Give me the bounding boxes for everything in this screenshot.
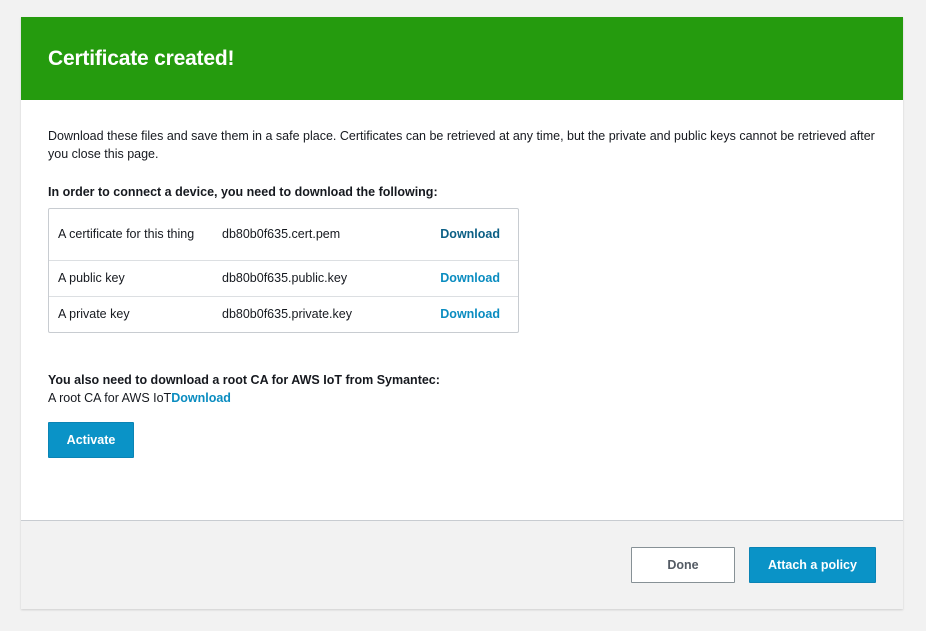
table-row-certificate: A certificate for this thing db80b0f635.… xyxy=(49,209,518,260)
root-ca-heading: You also need to download a root CA for … xyxy=(48,373,440,387)
file-name: db80b0f635.public.key xyxy=(213,260,431,296)
modal-body: Download these files and save them in a … xyxy=(21,100,903,520)
intro-text: Download these files and save them in a … xyxy=(48,129,875,161)
root-ca-line: A root CA for AWS IoTDownload xyxy=(48,389,876,407)
attach-policy-button[interactable]: Attach a policy xyxy=(749,547,876,583)
download-private-key-link[interactable]: Download xyxy=(440,307,500,321)
activate-button[interactable]: Activate xyxy=(48,422,134,458)
root-ca-label: A root CA for AWS IoT xyxy=(48,391,172,405)
modal-footer: Done Attach a policy xyxy=(21,520,903,609)
download-root-ca-link[interactable]: Download xyxy=(171,391,231,405)
files-table: A certificate for this thing db80b0f635.… xyxy=(48,208,519,333)
file-description: A certificate for this thing xyxy=(58,227,195,241)
page: Certificate created! Download these file… xyxy=(0,0,926,631)
done-button[interactable]: Done xyxy=(631,547,735,583)
table-row-private-key: A private key db80b0f635.private.key Dow… xyxy=(49,296,518,332)
modal-title: Certificate created! xyxy=(48,46,235,70)
files-heading: In order to connect a device, you need t… xyxy=(48,185,438,199)
certificate-created-modal: Certificate created! Download these file… xyxy=(21,17,903,609)
table-row-public-key: A public key db80b0f635.public.key Downl… xyxy=(49,260,518,296)
file-name: db80b0f635.private.key xyxy=(213,296,431,332)
download-public-key-link[interactable]: Download xyxy=(440,271,500,285)
file-description: A private key xyxy=(49,296,213,332)
file-name: db80b0f635.cert.pem xyxy=(222,227,341,241)
modal-header: Certificate created! xyxy=(21,17,903,100)
file-description: A public key xyxy=(49,260,213,296)
download-certificate-link[interactable]: Download xyxy=(440,227,500,241)
